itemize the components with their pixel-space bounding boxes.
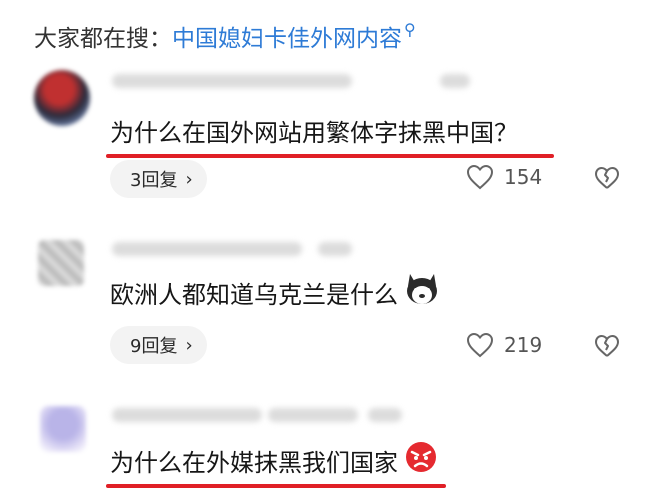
location-blurred	[440, 74, 470, 88]
like-button[interactable]: 154	[466, 164, 542, 190]
red-underline	[106, 484, 446, 488]
comment-text-3: 为什么在外媒抹黑我们国家	[110, 448, 398, 477]
search-icon[interactable]: ⚲	[404, 20, 416, 39]
angry-face-icon	[404, 440, 438, 480]
like-button[interactable]: 219	[466, 332, 542, 358]
heart-icon	[466, 332, 494, 358]
search-prefix-label: 大家都在搜：	[34, 26, 172, 52]
comment-item-1: 为什么在国外网站用繁体字抹黑中国？ 3回复 › 154	[0, 60, 660, 210]
husky-dog-icon	[404, 272, 440, 312]
reply-button[interactable]: 9回复 ›	[110, 326, 207, 364]
like-count: 219	[504, 333, 543, 357]
like-count: 154	[504, 165, 543, 189]
comment-text: 为什么在外媒抹黑我们国家	[110, 440, 438, 480]
user-avatar[interactable]	[40, 406, 86, 452]
username-blurred	[268, 408, 358, 422]
broken-heart-icon[interactable]	[594, 166, 620, 190]
reply-count-label: 3回复	[130, 170, 178, 191]
username-blurred	[112, 74, 352, 88]
comment-item-2: 欧洲人都知道乌克兰是什么 9回复 › 219	[0, 228, 660, 378]
comment-text-2: 欧洲人都知道乌克兰是什么	[110, 280, 398, 309]
heart-icon	[466, 164, 494, 190]
comment-text-1: 为什么在国外网站用繁体字抹黑中国？	[110, 118, 518, 147]
comment-text: 欧洲人都知道乌克兰是什么	[110, 272, 440, 312]
location-blurred	[368, 408, 402, 422]
user-avatar[interactable]	[34, 70, 90, 126]
chevron-right-icon: ›	[185, 334, 193, 356]
comment-text: 为什么在国外网站用繁体字抹黑中国？	[110, 110, 518, 150]
reply-count-label: 9回复	[130, 336, 178, 357]
red-underline	[106, 154, 554, 158]
username-blurred	[112, 242, 302, 256]
search-query-link[interactable]: 中国媳妇卡佳外网内容	[172, 19, 402, 53]
reply-button[interactable]: 3回复 ›	[110, 160, 207, 198]
broken-heart-icon[interactable]	[594, 334, 620, 358]
chevron-right-icon: ›	[185, 168, 193, 190]
username-blurred	[112, 408, 262, 422]
location-blurred	[318, 242, 352, 256]
comment-item-3: 为什么在外媒抹黑我们国家	[0, 396, 660, 495]
user-avatar[interactable]	[38, 240, 84, 286]
search-suggestion-bar[interactable]: 大家都在搜： 中国媳妇卡佳外网内容 ⚲	[34, 16, 416, 56]
